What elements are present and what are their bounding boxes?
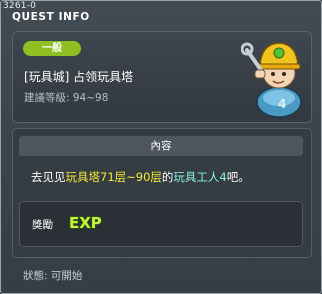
content-section-title: 內容 (19, 136, 303, 156)
quest-header-panel: 一般 [玩具城] 占领玩具塔 建議等級: 94~98 4 (12, 31, 312, 123)
exp-icon-text: EXP (69, 214, 102, 232)
quest-description: 去见见玩具塔71层~90层的玩具工人4吧。 (31, 169, 250, 185)
quest-name: [玩具城] 占领玩具塔 (24, 70, 134, 84)
quest-id: 3261-0 (3, 1, 37, 11)
quest-info-window: 3261-0 QUEST INFO 一般 [玩具城] 占领玩具塔 建議等級: 9… (0, 0, 322, 294)
reward-label: 獎勵 (32, 219, 53, 231)
description-text: 吧。 (226, 170, 250, 184)
window-title: QUEST INFO (12, 11, 90, 23)
npc-toy-worker-icon: 4 (241, 42, 302, 118)
svg-text:4: 4 (278, 97, 286, 111)
reward-box: 獎勵 EXP (19, 201, 303, 247)
exp-icon: EXP (68, 213, 102, 232)
quest-status: 狀態: 可開始 (23, 270, 83, 282)
description-text: 的 (161, 170, 174, 184)
description-location: 玩具塔71层~90层 (65, 170, 162, 184)
quest-content-panel: 內容 去见见玩具塔71层~90层的玩具工人4吧。 獎勵 EXP (12, 128, 312, 258)
description-text: 去见见 (31, 170, 66, 184)
category-badge: 一般 (23, 41, 81, 56)
recommended-level: 建議等級: 94~98 (24, 92, 109, 104)
description-npc: 玩具工人4 (173, 170, 227, 184)
